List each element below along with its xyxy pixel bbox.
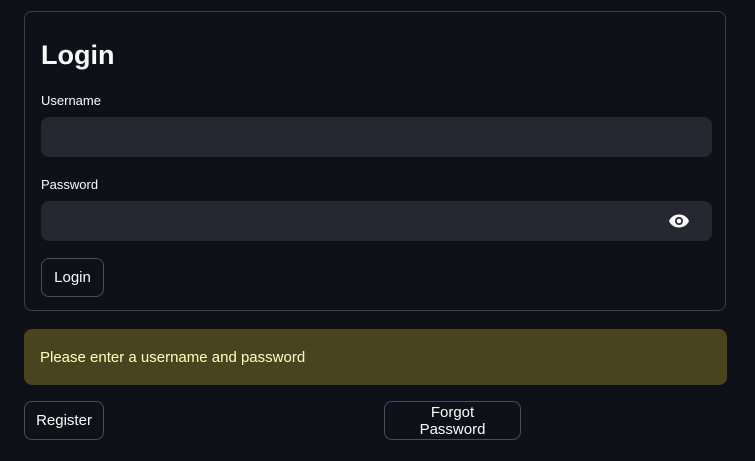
alert-message: Please enter a username and password	[40, 348, 306, 366]
register-button[interactable]: Register	[24, 401, 104, 440]
eye-icon[interactable]	[664, 209, 694, 233]
forgot-password-button[interactable]: Forgot Password	[384, 401, 521, 440]
username-input[interactable]	[41, 117, 712, 157]
password-label: Password	[41, 177, 99, 192]
login-form: Login Username Password Login	[24, 11, 726, 311]
login-button[interactable]: Login	[41, 258, 104, 297]
password-input[interactable]	[41, 201, 712, 241]
form-title: Login	[41, 40, 115, 70]
page: Login Username Password Login Please ent…	[0, 0, 755, 461]
username-label: Username	[41, 93, 101, 108]
warning-alert: Please enter a username and password	[24, 329, 727, 385]
